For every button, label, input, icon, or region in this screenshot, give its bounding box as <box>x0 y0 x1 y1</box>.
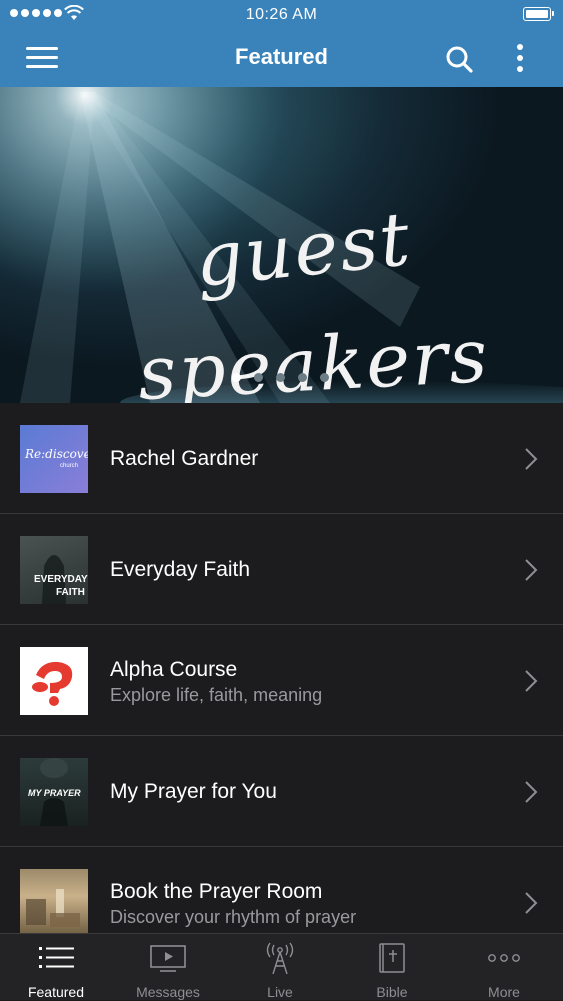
tab-bible[interactable]: Bible <box>336 934 448 1001</box>
tab-bar: Featured Messages Live Bible More <box>0 933 563 1000</box>
list-icon <box>39 947 74 968</box>
chevron-right-icon <box>525 448 538 470</box>
list-item-title: Everyday Faith <box>110 558 251 581</box>
list-item-rachel-gardner[interactable]: Re:discover church Rachel Gardner <box>0 403 563 514</box>
page-dot[interactable] <box>320 373 329 382</box>
page-title: Featured <box>235 44 328 69</box>
tab-label: Messages <box>136 984 200 1000</box>
hero-banner[interactable]: guest speakers <box>0 87 563 403</box>
overflow-menu-icon[interactable] <box>510 42 530 74</box>
tab-more[interactable]: More <box>448 934 560 1001</box>
tab-live[interactable]: Live <box>224 934 336 1001</box>
list-item-subtitle: Explore life, faith, meaning <box>110 685 323 705</box>
list-item-alpha-course[interactable]: Alpha Course Explore life, faith, meanin… <box>0 625 563 736</box>
tab-messages[interactable]: Messages <box>112 934 224 1001</box>
chevron-right-icon <box>525 781 538 803</box>
thumbnail-logo-subtext: church <box>60 463 79 469</box>
search-icon[interactable] <box>444 44 474 74</box>
video-icon <box>150 945 186 972</box>
rediscover-church-thumbnail: Re:discover church <box>20 425 88 493</box>
thumbnail-subtitle-text: FAITH <box>56 587 85 598</box>
more-dots-icon <box>488 954 520 962</box>
alpha-logo-thumbnail <box>20 647 88 715</box>
list-item-title: Rachel Gardner <box>110 447 259 470</box>
page-dot[interactable] <box>298 373 307 382</box>
carousel-page-indicator[interactable] <box>232 373 329 382</box>
thumbnail-title-text: EVERYDAY <box>34 574 88 585</box>
status-time: 10:26 AM <box>245 6 318 23</box>
bible-icon <box>379 943 405 973</box>
thumbnail-logo-text: Re:discover <box>25 447 88 461</box>
chevron-right-icon <box>525 892 538 914</box>
my-prayer-thumbnail: MY PRAYER <box>20 758 88 826</box>
tab-label: Featured <box>27 984 85 1000</box>
list-item-book-prayer-room[interactable]: Book the Prayer Room Discover your rhyth… <box>0 847 563 933</box>
battery-icon <box>523 7 554 21</box>
list-item-my-prayer-for-you[interactable]: MY PRAYER My Prayer for You <box>0 736 563 847</box>
prayer-room-photo <box>26 889 80 927</box>
list-item-subtitle: Discover your rhythm of prayer <box>110 907 357 927</box>
everyday-faith-thumbnail: EVERYDAY FAITH <box>20 536 88 604</box>
chevron-right-icon <box>525 559 538 581</box>
status-bar: 10:26 AM <box>0 0 563 30</box>
alpha-question-mark-logo <box>32 661 73 706</box>
tab-label: Bible <box>376 984 408 1000</box>
page-dot[interactable] <box>232 373 241 382</box>
page-dot[interactable] <box>254 373 263 382</box>
featured-list: Re:discover church Rachel Gardner EVERYD… <box>0 403 563 933</box>
prayer-room-thumbnail <box>20 869 88 933</box>
tab-featured[interactable]: Featured <box>0 934 112 1001</box>
list-item-everyday-faith[interactable]: EVERYDAY FAITH Everyday Faith <box>0 514 563 625</box>
list-item-title: Alpha Course <box>110 658 238 681</box>
thumbnail-title-text: MY PRAYER <box>28 788 81 798</box>
list-item-title: My Prayer for You <box>110 780 277 803</box>
navigation-bar: Featured <box>0 30 563 87</box>
list-item-title: Book the Prayer Room <box>110 880 323 903</box>
broadcast-icon <box>266 942 294 974</box>
tab-label: Live <box>267 984 293 1000</box>
tab-label: More <box>488 984 520 1000</box>
page-dot[interactable] <box>276 373 285 382</box>
chevron-right-icon <box>525 670 538 692</box>
